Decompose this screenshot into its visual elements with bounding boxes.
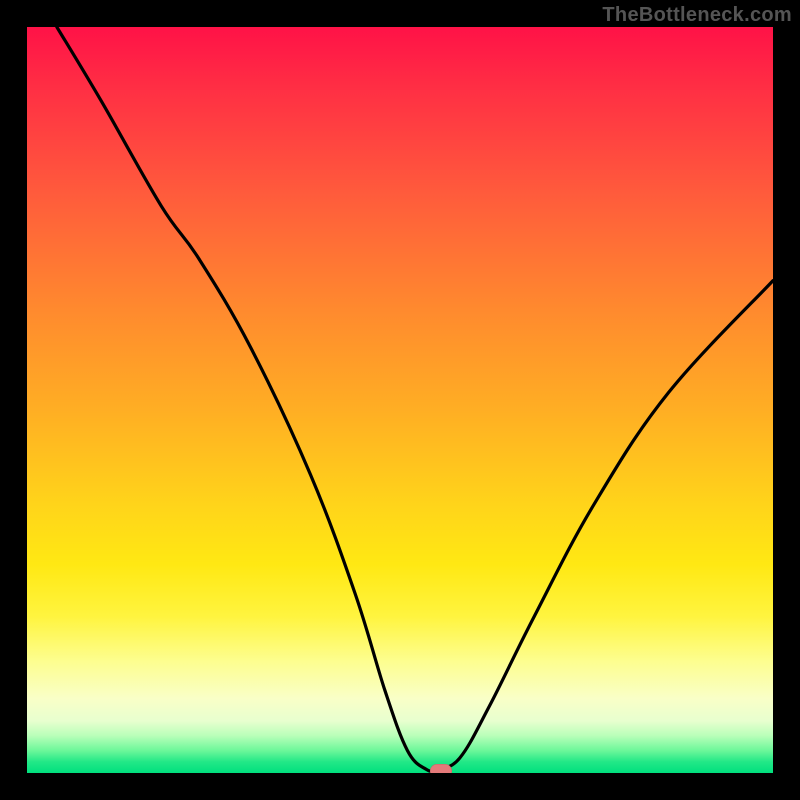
watermark-text: TheBottleneck.com xyxy=(602,4,792,27)
optimum-marker xyxy=(430,764,452,773)
plot-area xyxy=(27,27,773,773)
chart-frame: TheBottleneck.com xyxy=(0,0,800,800)
bottleneck-curve xyxy=(27,27,773,773)
